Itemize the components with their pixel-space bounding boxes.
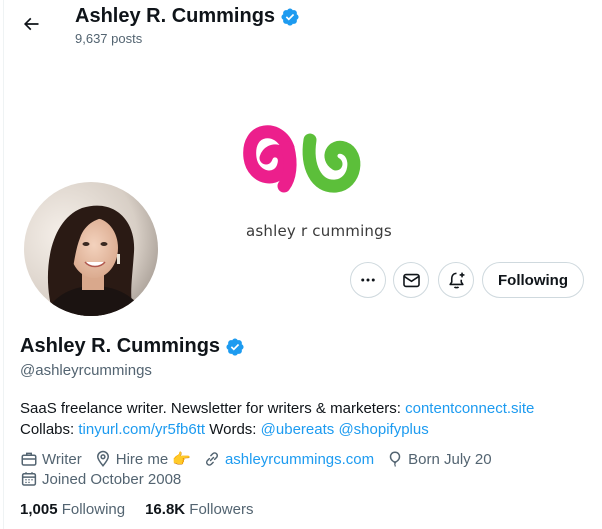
meta-birthday: Born July 20: [386, 450, 492, 468]
meta-joined: Joined October 2008: [20, 470, 181, 488]
envelope-icon: [402, 273, 420, 287]
meta-website-link[interactable]: ashleyrcummings.com: [225, 451, 374, 468]
profile-name: Ashley R. Cummings: [20, 335, 245, 358]
pointing-hand-icon: 👉: [172, 451, 191, 468]
followers-label: Followers: [189, 501, 254, 518]
profile-stats: 1,005 Following 16.8K Followers: [20, 501, 253, 518]
back-button[interactable]: [14, 7, 48, 41]
profile-name-text: Ashley R. Cummings: [20, 335, 221, 357]
bio-text: SaaS freelance writer. Newsletter for wr…: [20, 400, 406, 417]
followers-stat[interactable]: 16.8K Followers: [145, 501, 253, 518]
meta-category-text: Writer: [42, 450, 82, 468]
meta-website[interactable]: ashleyrcummings.com: [203, 450, 374, 468]
bio-mention-shopifyplus[interactable]: @shopifyplus: [338, 421, 428, 438]
following-button[interactable]: Following: [482, 262, 584, 298]
message-button[interactable]: [393, 262, 429, 298]
bio-link-collabs[interactable]: tinyurl.com/yr5fb6tt: [78, 421, 205, 438]
header-title: Ashley R. Cummings: [75, 5, 300, 28]
bell-plus-icon: [448, 272, 464, 288]
link-icon: [205, 452, 218, 466]
profile-bio: SaaS freelance writer. Newsletter for wr…: [20, 398, 590, 440]
more-icon: [361, 278, 375, 282]
profile-meta: Writer Hire me 👉 ashleyrcummings.com Bor…: [20, 450, 504, 468]
balloon-icon: [389, 451, 401, 467]
meta-location-text: Hire me: [115, 450, 169, 468]
bio-text: Words:: [205, 421, 261, 438]
more-button[interactable]: [350, 262, 386, 298]
avatar-photo: [24, 182, 158, 316]
profile-meta-joined: Joined October 2008: [20, 470, 193, 488]
followers-count: 16.8K: [145, 501, 186, 518]
following-count: 1,005: [20, 501, 58, 518]
profile-header: Ashley R. Cummings 9,637 posts: [0, 0, 602, 56]
location-pin-icon: [96, 450, 109, 467]
banner-logo-text: ashley r cummings: [246, 222, 392, 240]
meta-category: Writer: [20, 450, 82, 468]
meta-joined-text: Joined October 2008: [42, 470, 182, 488]
meta-location: Hire me 👉: [94, 450, 191, 468]
meta-birthday-text: Born July 20: [408, 450, 492, 468]
verified-badge-icon: [226, 337, 244, 356]
arrow-left-icon: [23, 17, 39, 31]
header-name: Ashley R. Cummings: [75, 5, 276, 27]
brand-logo-icon: [243, 125, 361, 193]
bio-link-newsletter[interactable]: contentconnect.site: [405, 400, 534, 417]
following-label: Following: [61, 501, 126, 518]
bio-mention-ubereats[interactable]: @ubereats: [261, 421, 335, 438]
following-stat[interactable]: 1,005 Following: [20, 501, 125, 518]
post-count: 9,637 posts: [75, 31, 143, 46]
briefcase-icon: [21, 452, 37, 466]
avatar[interactable]: [20, 178, 162, 320]
verified-badge-icon: [281, 7, 299, 26]
calendar-icon: [21, 472, 37, 486]
notifications-button[interactable]: [438, 262, 474, 298]
profile-handle: @ashleyrcummings: [20, 362, 152, 379]
bio-text: Collabs:: [20, 421, 79, 438]
